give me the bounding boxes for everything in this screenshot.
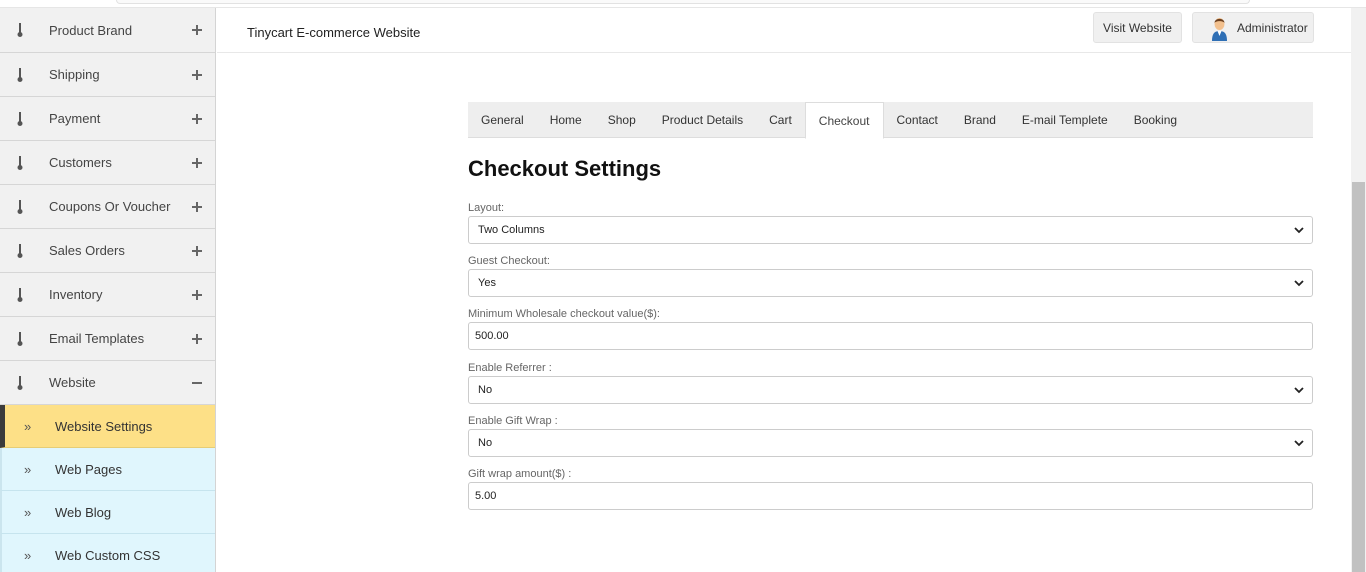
page-title: Checkout Settings (468, 156, 662, 181)
thermometer-icon (17, 111, 23, 126)
double-chevron-right-icon: » (24, 418, 32, 434)
plus-icon[interactable] (192, 245, 202, 256)
tab-email-template[interactable]: E-mail Templete (1009, 102, 1121, 138)
thermometer-icon (17, 23, 23, 37)
plus-icon[interactable] (192, 201, 202, 212)
sidebar-item-website[interactable]: Website (0, 361, 215, 405)
guest-checkout-select[interactable]: Yes (468, 269, 1313, 297)
chevron-down-icon (1294, 280, 1304, 287)
sidebar-item-label: Coupons Or Voucher (49, 199, 171, 214)
gift-wrap-amount-input[interactable]: 5.00 (468, 482, 1313, 510)
min-wholesale-value: 500.00 (475, 330, 509, 342)
sidebar-item-label: Email Templates (49, 331, 145, 346)
thermometer-icon (17, 287, 23, 302)
sidebar-item-label: Website (49, 375, 96, 390)
sidebar-item-shipping[interactable]: Shipping (0, 53, 215, 97)
tab-shop[interactable]: Shop (595, 102, 649, 138)
sidebar-item-label: Product Brand (49, 22, 133, 38)
admin-menu-button[interactable]: Administrator (1192, 12, 1314, 43)
sidebar-subitem-website-settings[interactable]: » Website Settings (0, 405, 215, 448)
vertical-scrollbar[interactable] (1351, 8, 1366, 572)
sidebar-subitem-web-custom-css[interactable]: » Web Custom CSS (0, 534, 215, 572)
enable-referrer-select[interactable]: No (468, 376, 1313, 404)
plus-icon[interactable] (192, 157, 202, 168)
layout-select-value: Two Columns (478, 224, 545, 236)
tab-home[interactable]: Home (537, 102, 595, 138)
settings-tabs: General Home Shop Product Details Cart C… (468, 102, 1313, 139)
thermometer-icon (17, 243, 23, 258)
scrollbar-thumb[interactable] (1352, 182, 1365, 572)
sidebar-subitem-web-pages[interactable]: » Web Pages (0, 448, 215, 491)
layout-label: Layout: (468, 202, 505, 214)
tab-contact[interactable]: Contact (884, 102, 951, 138)
chevron-down-icon (1294, 387, 1304, 394)
min-wholesale-input[interactable]: 500.00 (468, 322, 1313, 350)
sidebar-item-coupons[interactable]: Coupons Or Voucher (0, 185, 215, 229)
chevron-down-icon (1294, 227, 1304, 234)
minus-icon[interactable] (192, 378, 202, 388)
sidebar-item-customers[interactable]: Customers (0, 141, 215, 185)
thermometer-icon (17, 199, 23, 214)
thermometer-icon (17, 67, 23, 82)
visit-website-button[interactable]: Visit Website (1093, 12, 1182, 43)
plus-icon[interactable] (192, 113, 202, 124)
tab-general[interactable]: General (468, 102, 537, 138)
browser-top-edge (0, 0, 1366, 8)
sidebar-subitem-label: Website Settings (55, 418, 153, 434)
enable-gift-wrap-label: Enable Gift Wrap : (468, 415, 558, 427)
sidebar-item-label: Sales Orders (49, 243, 125, 258)
thermometer-icon (17, 375, 23, 390)
thermometer-icon (17, 155, 23, 170)
guest-checkout-label: Guest Checkout: (468, 255, 550, 267)
layout-select[interactable]: Two Columns (468, 216, 1313, 244)
sidebar-subitem-label: Web Custom CSS (55, 547, 161, 563)
sidebar-item-label: Shipping (49, 67, 100, 82)
sidebar-item-label: Inventory (49, 287, 103, 302)
min-wholesale-label: Minimum Wholesale checkout value($): (468, 308, 660, 320)
sidebar-item-product-brand[interactable]: Product Brand (0, 8, 215, 53)
chevron-down-icon (1294, 440, 1304, 447)
admin-label: Administrator (1237, 20, 1308, 35)
tab-checkout[interactable]: Checkout (804, 102, 884, 139)
plus-icon[interactable] (192, 289, 202, 300)
sidebar-item-payment[interactable]: Payment (0, 97, 215, 141)
enable-referrer-label: Enable Referrer : (468, 362, 552, 374)
top-header: Tinycart E-commerce Website Visit Websit… (217, 8, 1351, 53)
avatar-icon (1212, 17, 1227, 41)
double-chevron-right-icon: » (24, 504, 32, 520)
sidebar-item-inventory[interactable]: Inventory (0, 273, 215, 317)
double-chevron-right-icon: » (24, 547, 32, 563)
sidebar-item-sales-orders[interactable]: Sales Orders (0, 229, 215, 273)
sidebar-subitem-web-blog[interactable]: » Web Blog (0, 491, 215, 534)
sidebar-item-label: Customers (49, 155, 112, 170)
thermometer-icon (17, 331, 23, 346)
gift-wrap-amount-label: Gift wrap amount($) : (468, 468, 572, 480)
gift-wrap-amount-value: 5.00 (475, 490, 497, 502)
guest-checkout-value: Yes (478, 277, 496, 289)
double-chevron-right-icon: » (24, 461, 32, 477)
tab-product-details[interactable]: Product Details (649, 102, 756, 138)
site-title: Tinycart E-commerce Website (247, 25, 421, 40)
enable-referrer-value: No (478, 384, 493, 396)
enable-gift-wrap-select[interactable]: No (468, 429, 1313, 457)
plus-icon[interactable] (192, 69, 202, 80)
plus-icon[interactable] (192, 25, 202, 35)
sidebar: Product Brand Shipping Payment Customers… (0, 8, 216, 572)
enable-gift-wrap-value: No (478, 437, 493, 449)
plus-icon[interactable] (192, 333, 202, 344)
tab-cart[interactable]: Cart (756, 102, 805, 138)
sidebar-subitem-label: Web Pages (55, 461, 122, 477)
sidebar-item-label: Payment (49, 111, 101, 126)
sidebar-subitem-label: Web Blog (55, 504, 112, 520)
sidebar-item-email-templates[interactable]: Email Templates (0, 317, 215, 361)
tab-brand[interactable]: Brand (951, 102, 1009, 138)
tab-booking[interactable]: Booking (1121, 102, 1190, 138)
